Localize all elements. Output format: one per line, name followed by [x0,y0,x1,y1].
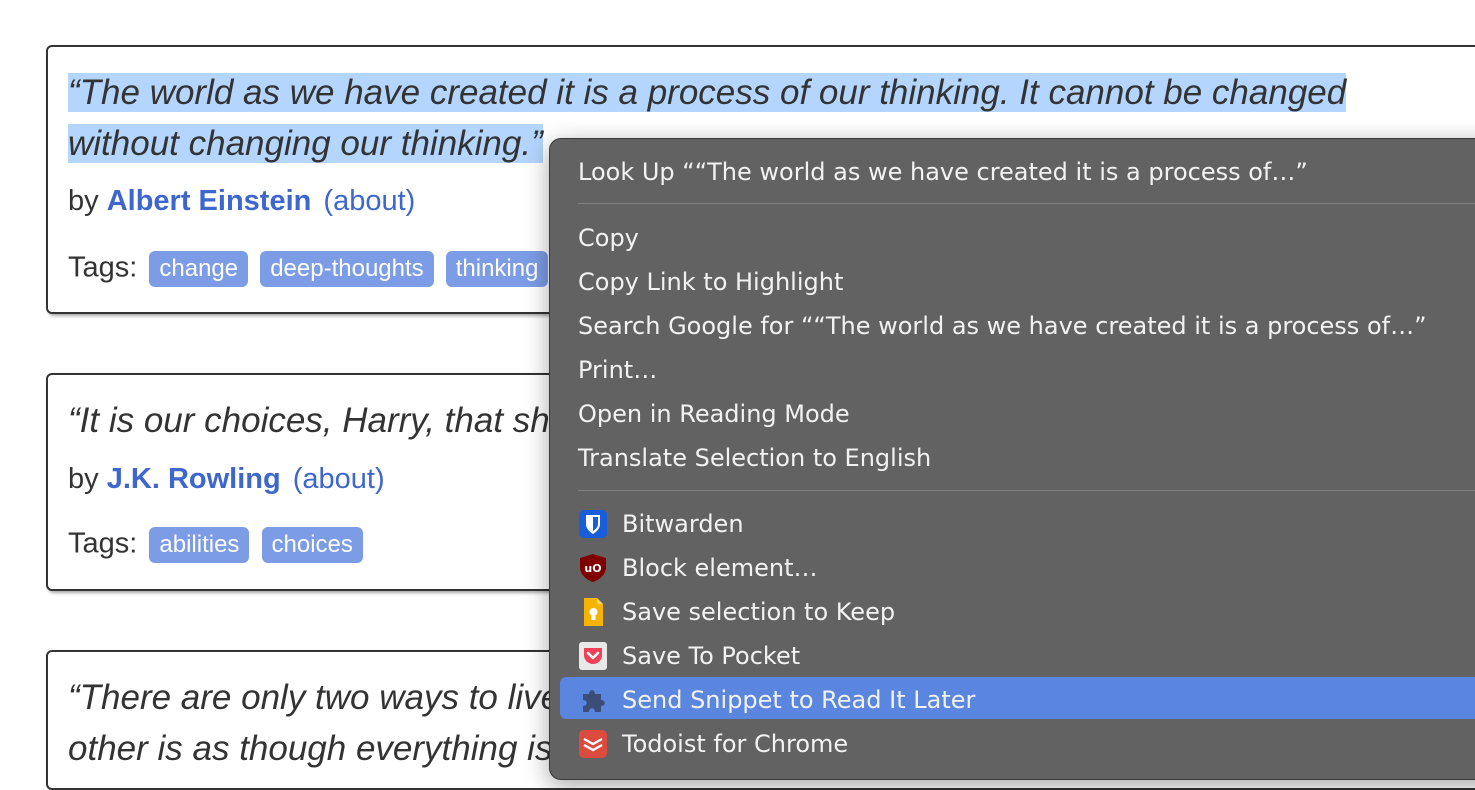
menu-item-print[interactable]: Print… [578,350,657,390]
about-link[interactable]: (about) [323,185,415,217]
menu-item-translate[interactable]: Translate Selection to English [578,438,931,478]
menu-separator [578,490,1475,491]
menu-separator [578,203,1475,204]
keep-icon [584,598,603,626]
menu-item-label: Todoist for Chrome [622,730,849,758]
quote-line[interactable]: “The world as we have created it is a pr… [68,73,1347,112]
menu-item-copy-link[interactable]: Copy Link to Highlight [578,262,843,302]
todoist-icon [579,730,607,758]
puzzle-icon [583,690,605,712]
tags-row: Tags: change deep-thoughts thinking [68,251,549,287]
pocket-icon [579,642,607,670]
menu-item-block-element[interactable]: Block element… [622,548,818,588]
menu-item-label: Bitwarden [622,510,744,538]
menu-item-copy[interactable]: Copy [578,218,639,258]
tag-link[interactable]: thinking [445,251,549,287]
by-label: by [68,185,99,217]
tag-link[interactable]: choices [261,527,363,563]
menu-item-todoist[interactable]: Todoist for Chrome [622,724,848,764]
byline: by J.K. Rowling (about) [68,463,385,496]
context-menu: Look Up ““The world as we have created i… [549,138,1475,780]
tag-link[interactable]: change [149,251,249,287]
menu-item-look-up[interactable]: Look Up ““The world as we have created i… [578,152,1308,192]
tag-link[interactable]: abilities [149,527,250,563]
menu-item-bitwarden[interactable]: Bitwarden [622,504,744,544]
author-name: J.K. Rowling [106,463,281,495]
menu-item-label: Save To Pocket [622,642,801,670]
bitwarden-icon [579,510,607,538]
menu-item-label: Save selection to Keep [622,598,896,626]
menu-item-save-pocket[interactable]: Save To Pocket [622,636,800,676]
ublock-icon: uO [580,554,606,582]
menu-item-label: Block element… [622,554,818,582]
tags-label: Tags: [68,251,138,284]
quote-line[interactable]: without changing our thinking.” [68,124,543,163]
tag-link[interactable]: deep-thoughts [260,251,434,287]
menu-item-reading-mode[interactable]: Open in Reading Mode [578,394,850,434]
menu-item-label: Send Snippet to Read It Later [622,686,976,714]
tags-row: Tags: abilities choices [68,527,363,563]
about-link[interactable]: (about) [293,463,385,495]
svg-text:uO: uO [584,562,601,575]
author-name: Albert Einstein [106,185,312,217]
menu-item-save-keep[interactable]: Save selection to Keep [622,592,895,632]
tags-label: Tags: [68,527,138,560]
by-label: by [68,463,99,495]
byline: by Albert Einstein (about) [68,185,415,218]
menu-item-search-google[interactable]: Search Google for ““The world as we have… [578,306,1427,346]
menu-item-send-snippet[interactable]: Send Snippet to Read It Later [622,680,975,720]
